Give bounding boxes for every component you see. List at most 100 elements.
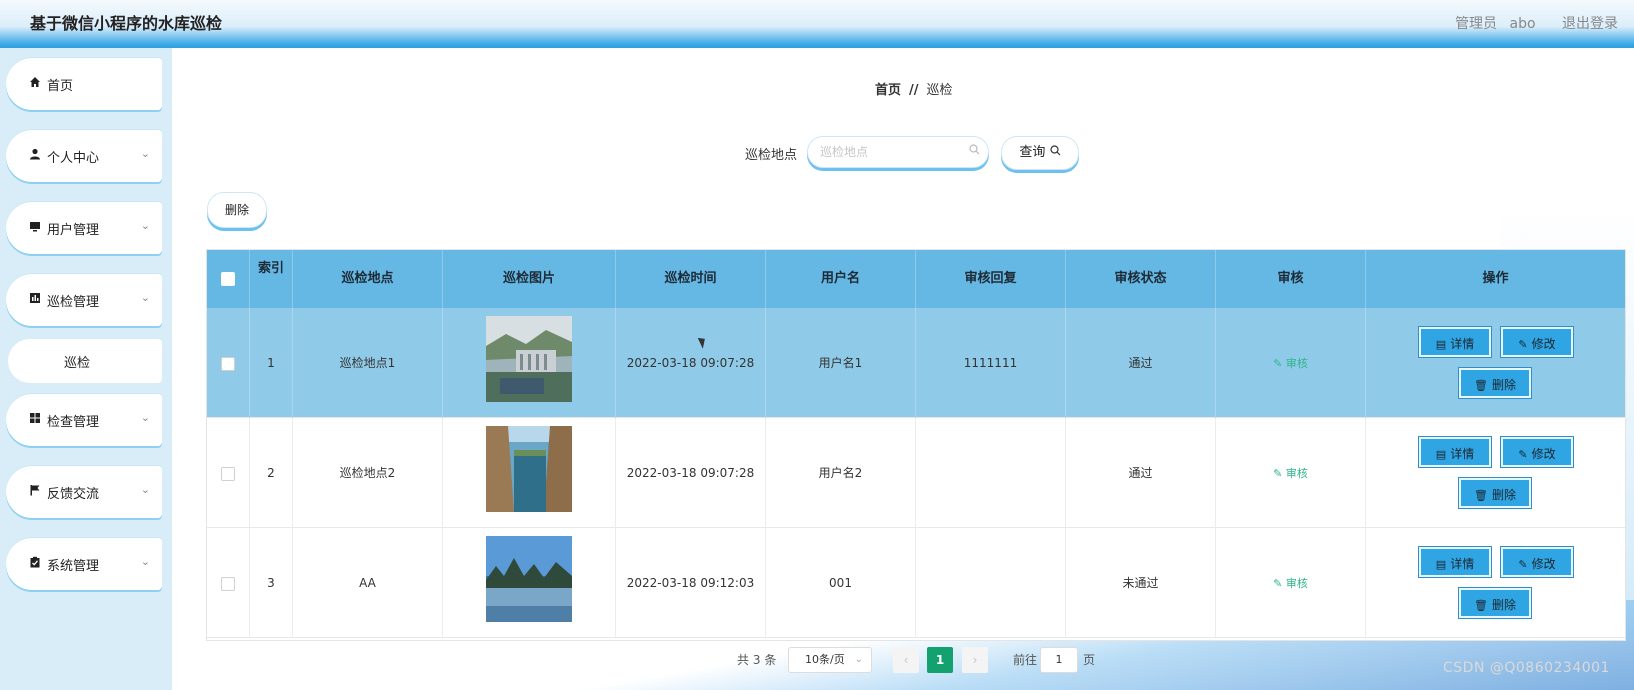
breadcrumb-home[interactable]: 首页 bbox=[875, 83, 901, 98]
cell-ops: ▤ 详情 ✎ 修改 🗑 删除 bbox=[1366, 308, 1625, 418]
column-header-location: 巡检地点 bbox=[293, 250, 443, 308]
row-select-cell bbox=[207, 528, 250, 638]
detail-button[interactable]: ▤ 详情 bbox=[1419, 437, 1491, 467]
cell-status: 未通过 bbox=[1066, 528, 1216, 638]
sidebar-item-inspection-management[interactable]: 检查管理 ⌄ bbox=[6, 394, 162, 446]
logout-link[interactable]: 退出登录 bbox=[1562, 16, 1618, 32]
chevron-down-icon: ⌄ bbox=[140, 411, 150, 424]
detail-button-label: 详情 bbox=[1450, 447, 1475, 461]
audit-link[interactable]: ✎ 审核 bbox=[1273, 357, 1308, 370]
detail-button-label: 详情 bbox=[1450, 557, 1475, 571]
patrol-photo[interactable] bbox=[486, 426, 572, 512]
sidebar-item-label: 巡检管理 bbox=[47, 295, 100, 310]
table-header: 索引 巡检地点 巡检图片 巡检时间 用户名 审核回复 审核状态 审核 操作 bbox=[207, 250, 1625, 308]
breadcrumb-current: 巡检 bbox=[926, 83, 953, 98]
sidebar-item-label: 首页 bbox=[47, 79, 74, 94]
query-button[interactable]: 查询 bbox=[1001, 136, 1079, 170]
row-checkbox[interactable] bbox=[221, 576, 235, 591]
watermark: CSDN @Q0860234001 bbox=[1443, 660, 1610, 676]
cell-reply: 1111111 bbox=[916, 308, 1066, 418]
page-number-button[interactable]: 1 bbox=[927, 647, 953, 673]
sidebar-item-label: 系统管理 bbox=[47, 559, 100, 574]
home-icon bbox=[28, 76, 42, 90]
sidebar-item-personal-center[interactable]: 个人中心 ⌄ bbox=[6, 130, 162, 182]
sidebar-item-system-management[interactable]: 系统管理 ⌄ bbox=[6, 538, 162, 590]
table-row[interactable]: 1 巡检地点1 2022-03-18 09:07:28 用户名1 1111111… bbox=[207, 308, 1625, 418]
chevron-right-icon: › bbox=[972, 653, 978, 667]
detail-button-label: 详情 bbox=[1450, 337, 1475, 351]
cell-ops: ▤ 详情 ✎ 修改 🗑 删除 bbox=[1366, 418, 1625, 528]
audit-link[interactable]: ✎ 审核 bbox=[1273, 467, 1308, 480]
delete-button[interactable]: 🗑 删除 bbox=[1459, 478, 1531, 508]
cell-time: 2022-03-18 09:12:03 bbox=[616, 528, 766, 638]
sidebar-subitem-patrol[interactable]: 巡检 bbox=[8, 339, 162, 383]
audit-link[interactable]: ✎ 审核 bbox=[1273, 577, 1308, 590]
cell-index: 1 bbox=[250, 308, 293, 418]
page-size-select[interactable]: 10条/页 ⌄ bbox=[788, 647, 872, 673]
detail-button[interactable]: ▤ 详情 bbox=[1419, 327, 1491, 357]
row-checkbox[interactable] bbox=[221, 466, 235, 481]
patrol-photo[interactable] bbox=[486, 536, 572, 622]
grid-icon bbox=[28, 412, 42, 426]
trash-icon: 🗑 bbox=[1474, 489, 1488, 502]
cell-audit: ✎ 审核 bbox=[1216, 418, 1366, 528]
select-all-checkbox[interactable] bbox=[221, 271, 235, 286]
column-header-audit: 审核 bbox=[1216, 250, 1366, 308]
document-icon: ▤ bbox=[1435, 338, 1447, 351]
sidebar-subitem-label: 巡检 bbox=[64, 356, 91, 371]
edit-button[interactable]: ✎ 修改 bbox=[1501, 547, 1573, 577]
edit-button[interactable]: ✎ 修改 bbox=[1501, 437, 1573, 467]
sidebar-item-home[interactable]: 首页 bbox=[6, 58, 162, 110]
search-input[interactable] bbox=[807, 136, 989, 168]
table-row[interactable]: 2 巡检地点2 2022-03-18 09:07:28 用户名2 通过 ✎ 审核… bbox=[207, 418, 1625, 528]
top-header: 基于微信小程序的水库巡检 管理员 abo 退出登录 bbox=[0, 0, 1634, 48]
breadcrumb-separator: // bbox=[909, 83, 919, 98]
next-page-button[interactable]: › bbox=[962, 647, 988, 673]
delete-button[interactable]: 🗑 删除 bbox=[1459, 588, 1531, 618]
select-all-cell bbox=[207, 250, 250, 308]
delete-button-label: 删除 bbox=[1491, 488, 1516, 502]
sidebar-item-patrol-management[interactable]: 巡检管理 ⌄ bbox=[6, 274, 162, 326]
chevron-down-icon: ⌄ bbox=[140, 483, 150, 496]
search-icon bbox=[1049, 145, 1061, 160]
audit-link-label: 审核 bbox=[1285, 467, 1308, 480]
sidebar-item-feedback[interactable]: 反馈交流 ⌄ bbox=[6, 466, 162, 518]
chevron-left-icon: ‹ bbox=[903, 653, 909, 667]
table-row[interactable]: 3 AA 2022-03-18 09:12:03 001 未通过 ✎ 审核 ▤ 详… bbox=[207, 528, 1625, 638]
document-icon: ▤ bbox=[1435, 448, 1447, 461]
patrol-photo[interactable] bbox=[486, 316, 572, 402]
edit-button-label: 修改 bbox=[1531, 557, 1556, 571]
detail-button[interactable]: ▤ 详情 bbox=[1419, 547, 1491, 577]
prev-page-button[interactable]: ‹ bbox=[893, 647, 919, 673]
row-select-cell bbox=[207, 418, 250, 528]
column-header-image: 巡检图片 bbox=[443, 250, 616, 308]
chevron-down-icon: ⌄ bbox=[140, 555, 150, 568]
cell-status: 通过 bbox=[1066, 308, 1216, 418]
sidebar-item-user-management[interactable]: 用户管理 ⌄ bbox=[6, 202, 162, 254]
edit-button[interactable]: ✎ 修改 bbox=[1501, 327, 1573, 357]
cell-reply bbox=[916, 418, 1066, 528]
user-role: 管理员 bbox=[1455, 16, 1498, 32]
batch-delete-button[interactable]: 删除 bbox=[207, 192, 267, 228]
column-header-reply: 审核回复 bbox=[916, 250, 1066, 308]
edit-button-label: 修改 bbox=[1531, 447, 1556, 461]
cell-username: 用户名1 bbox=[766, 308, 916, 418]
delete-button-label: 删除 bbox=[1491, 598, 1516, 612]
flag-icon bbox=[28, 484, 42, 498]
chevron-down-icon: ⌄ bbox=[140, 291, 150, 304]
cell-status: 通过 bbox=[1066, 418, 1216, 528]
cell-image bbox=[443, 528, 616, 638]
row-checkbox[interactable] bbox=[221, 356, 235, 371]
delete-button[interactable]: 🗑 删除 bbox=[1459, 368, 1531, 398]
pagination-total-prefix: 共 bbox=[737, 653, 750, 667]
edit-icon: ✎ bbox=[1518, 558, 1528, 571]
pagination-total-suffix: 条 bbox=[764, 653, 777, 667]
chevron-down-icon: ⌄ bbox=[140, 147, 150, 160]
page-size-value: 10条/页 bbox=[805, 653, 845, 666]
column-header-ops: 操作 bbox=[1482, 271, 1509, 286]
sidebar-item-label: 用户管理 bbox=[47, 223, 100, 238]
cell-image bbox=[443, 308, 616, 418]
goto-page-input[interactable]: 1 bbox=[1040, 647, 1078, 673]
clipboard-icon bbox=[28, 556, 42, 570]
pagination-total: 共 3 条 bbox=[737, 647, 776, 673]
